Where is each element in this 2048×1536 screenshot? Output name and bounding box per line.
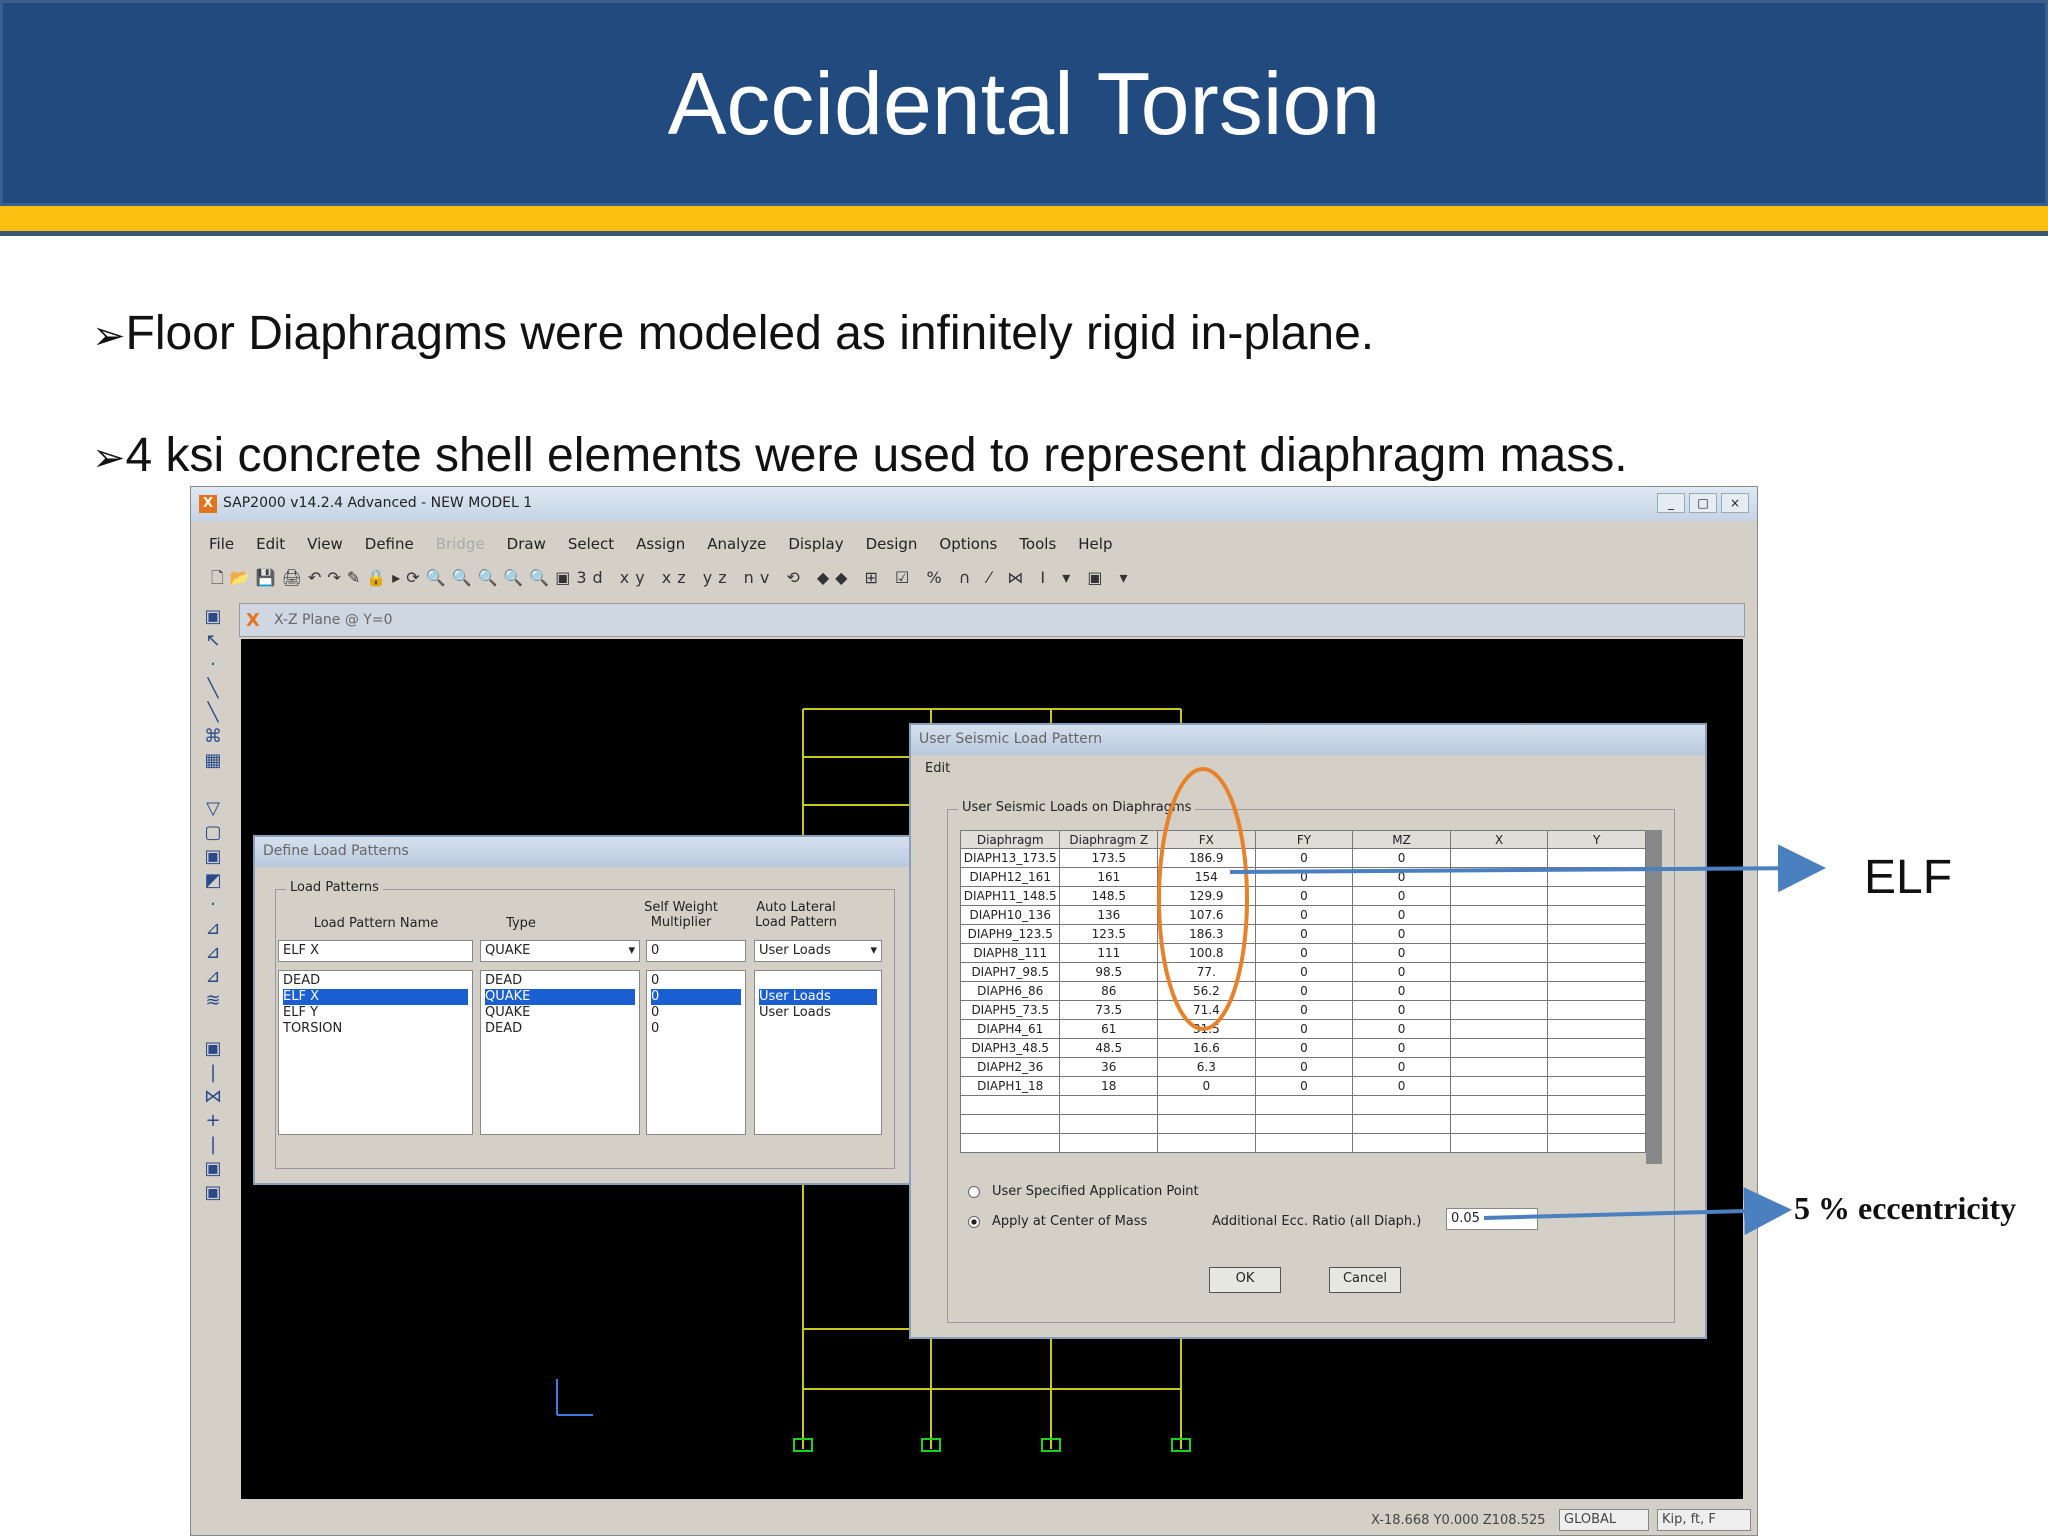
bullet-2-text: 4 ksi concrete shell elements were used … <box>125 429 1628 482</box>
slide-header: Accidental Torsion <box>0 0 2048 206</box>
status-bar: X-18.668 Y0.000 Z108.525 GLOBAL Kip, ft,… <box>191 1507 1757 1535</box>
header-accent-bar <box>0 206 2048 236</box>
slide-title: Accidental Torsion <box>667 54 1381 153</box>
bullet-arrow-icon: ➢ <box>92 435 126 481</box>
units-select[interactable]: Kip, ft, F <box>1657 1509 1751 1531</box>
bullet-2: ➢4 ksi concrete shell elements were used… <box>92 428 1628 483</box>
eccentricity-callout: 5 % eccentricity <box>1794 1190 2017 1226</box>
coord-system-select[interactable]: GLOBAL <box>1559 1509 1649 1531</box>
bullet-1-text: Floor Diaphragms were modeled as infinit… <box>125 307 1375 360</box>
sap2000-screenshot: X SAP2000 v14.2.4 Advanced - NEW MODEL 1… <box>190 486 1758 1536</box>
status-coordinates: X-18.668 Y0.000 Z108.525 <box>1371 1513 1546 1528</box>
fx-highlight-overlay <box>1157 767 1249 1031</box>
fx-highlight-oval <box>1157 767 1249 1031</box>
bullet-arrow-icon: ➢ <box>92 313 126 359</box>
elf-callout: ELF <box>1864 851 1953 904</box>
bullet-1: ➢Floor Diaphragms were modeled as infini… <box>92 306 1374 361</box>
